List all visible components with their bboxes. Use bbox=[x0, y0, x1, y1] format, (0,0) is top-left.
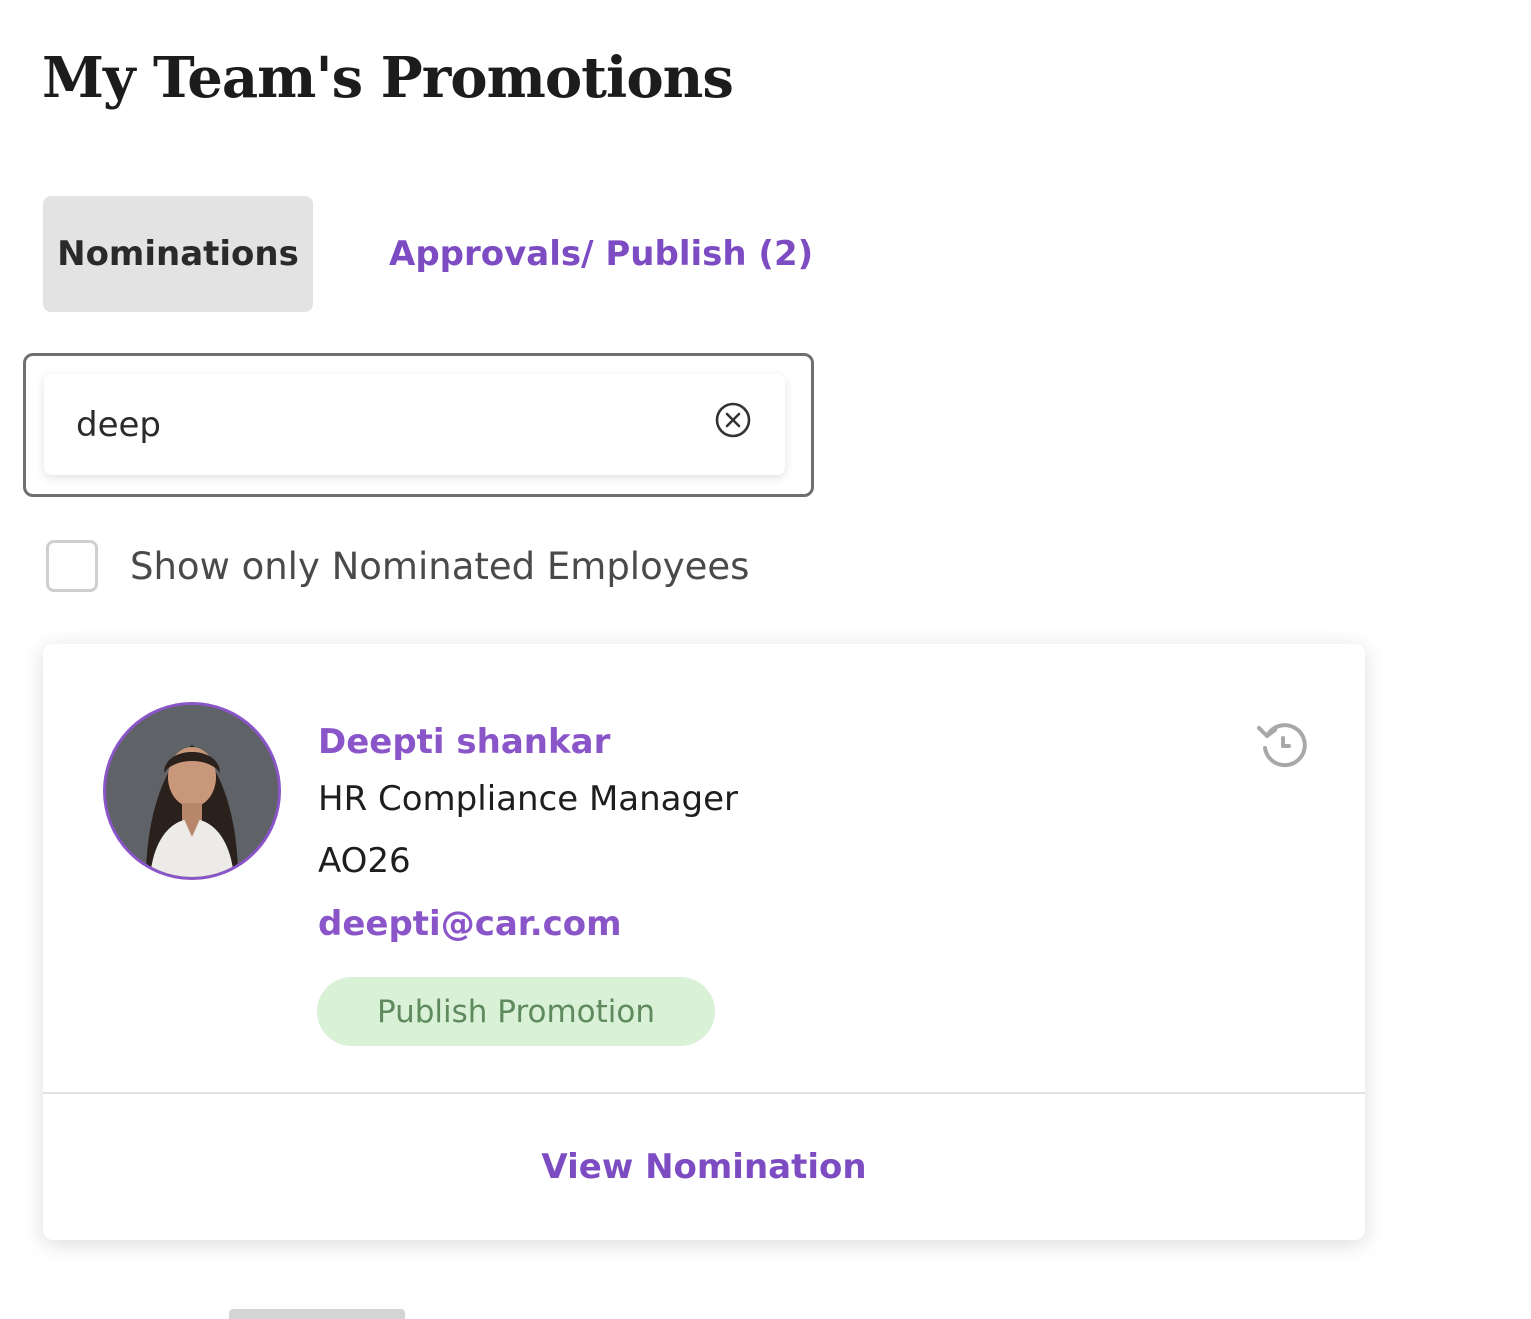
employee-title: HR Compliance Manager bbox=[318, 779, 738, 819]
nominated-filter: Show only Nominated Employees bbox=[46, 537, 749, 595]
employee-card: Deepti shankar HR Compliance Manager AO2… bbox=[43, 644, 1365, 1240]
history-icon[interactable] bbox=[1253, 714, 1313, 774]
employee-name[interactable]: Deepti shankar bbox=[318, 716, 738, 768]
view-nomination-link[interactable]: View Nomination bbox=[43, 1094, 1365, 1240]
employee-info: Deepti shankar HR Compliance Manager AO2… bbox=[318, 716, 738, 956]
employee-avatar bbox=[103, 702, 281, 880]
employee-id: AO26 bbox=[318, 841, 411, 881]
nominated-only-label: Show only Nominated Employees bbox=[130, 544, 750, 588]
tab-nominations[interactable]: Nominations bbox=[43, 196, 313, 312]
tab-approvals-publish[interactable]: Approvals/ Publish (2) bbox=[389, 196, 813, 312]
search-box bbox=[44, 374, 785, 475]
nominated-only-checkbox[interactable] bbox=[46, 540, 98, 592]
clear-search-icon[interactable] bbox=[714, 401, 752, 439]
employee-email[interactable]: deepti@car.com bbox=[318, 892, 738, 956]
next-card-edge bbox=[229, 1309, 405, 1319]
page-title: My Team's Promotions bbox=[42, 45, 734, 111]
search-container bbox=[23, 353, 814, 497]
search-input[interactable] bbox=[74, 396, 678, 454]
status-badge: Publish Promotion bbox=[317, 977, 715, 1046]
tab-bar: Nominations Approvals/ Publish (2) bbox=[43, 196, 813, 312]
